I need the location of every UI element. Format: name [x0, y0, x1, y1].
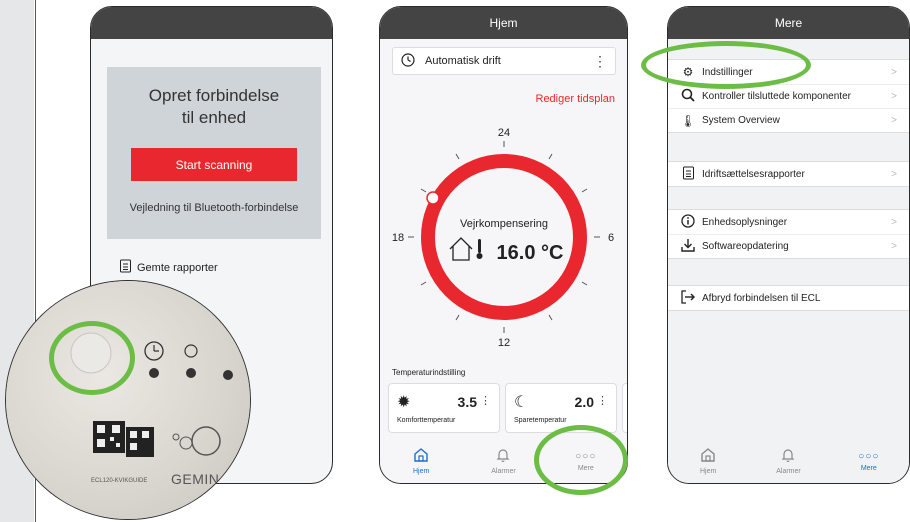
info-icon: [680, 213, 696, 231]
tick-label-top: 24: [498, 127, 510, 139]
tab-more[interactable]: ○○○ Mere: [839, 451, 899, 472]
connect-panel: Opret forbindelse til enhed Start scanni…: [107, 67, 321, 239]
tab-alarms-label: Alarmer: [776, 468, 801, 475]
current-temperature: 16.0 °C: [497, 242, 564, 264]
saving-temperature-value: 2.0: [574, 394, 594, 410]
tab-more-label: Mere: [860, 464, 877, 472]
menu-item-software-update[interactable]: Softwareopdatering >: [668, 234, 909, 258]
menu-item-commissioning-reports[interactable]: Idriftsættelsesrapporter >: [668, 162, 909, 186]
thermometer-icon: 🌡: [680, 113, 696, 128]
logout-icon: [680, 289, 696, 307]
search-icon: [680, 88, 696, 105]
mode-selector[interactable]: Automatisk drift ⋮: [392, 47, 616, 75]
device-magnifier-image: er GEMINA ECL120-KVIKGUIDE: [5, 280, 251, 520]
menu-item-system-overview-label: System Overview: [702, 115, 780, 126]
gauge-ring: [421, 154, 587, 320]
phone3-tab-bar: Hjem Alarmer ○○○ Mere: [668, 439, 909, 483]
menu-item-software-update-label: Softwareopdatering: [702, 241, 789, 252]
comfort-temperature-value: 3.5: [457, 394, 477, 410]
menu-item-commissioning-reports-label: Idriftsættelsesrapporter: [702, 168, 805, 180]
highlight-ring-settings: [641, 41, 811, 89]
menu-item-device-info-label: Enhedsoplysninger: [702, 216, 788, 228]
tab-home[interactable]: Hjem: [678, 447, 738, 475]
connect-title-line2: til enhed: [181, 108, 247, 127]
tick-label-left: 18: [392, 232, 404, 244]
highlight-ring-more-tab: [534, 425, 628, 495]
edit-schedule-link[interactable]: Rediger tidsplan: [536, 93, 616, 105]
menu-item-disconnect[interactable]: Afbryd forbindelsen til ECL: [668, 286, 909, 310]
menu-item-system-overview[interactable]: 🌡 System Overview >: [668, 108, 909, 132]
more-vert-icon[interactable]: ⋮: [480, 394, 491, 407]
tab-home-label: Hjem: [412, 468, 430, 475]
home-icon: [413, 447, 429, 465]
download-icon: [680, 238, 696, 255]
saving-temperature-card[interactable]: ☾ 2.0 ⋮ Sparetemperatur: [505, 383, 617, 433]
phone1-header: [91, 7, 332, 39]
mode-label: Automatisk drift: [425, 55, 501, 67]
tab-alarms-label: Alarmer: [491, 468, 516, 475]
tab-alarms[interactable]: Alarmer: [473, 447, 533, 475]
saved-reports-item[interactable]: Gemte rapporter: [119, 259, 218, 276]
home-icon: [700, 447, 716, 465]
more-vert-icon[interactable]: ⋮: [597, 394, 608, 407]
chevron-right-icon: >: [891, 168, 897, 180]
chevron-right-icon: >: [891, 66, 897, 78]
clock-icon: [401, 52, 415, 70]
sun-icon: ✹: [397, 394, 411, 411]
tab-alarms[interactable]: Alarmer: [758, 447, 818, 475]
menu-item-check-components-label: Kontroller tilsluttede komponenter: [702, 91, 851, 102]
more-vert-icon[interactable]: ⋮: [593, 53, 607, 70]
highlight-ring-device-button: [49, 321, 135, 395]
reports-group: Idriftsættelsesrapporter >: [668, 161, 909, 187]
phone3-header: Mere: [668, 7, 909, 39]
bell-icon: [780, 447, 796, 465]
more-horiz-icon: ○○○: [858, 450, 880, 462]
thermometer-icon: [476, 239, 483, 259]
next-temperature-card[interactable]: [622, 383, 627, 433]
moon-icon: ☾: [514, 394, 529, 411]
phone2-header: Hjem: [380, 7, 627, 39]
device-model-label: ECL120-KVIKGUIDE: [91, 478, 148, 484]
gauge-handle: [426, 191, 440, 205]
tab-home-label: Hjem: [699, 468, 717, 475]
device-brand-label: GEMINA: [171, 471, 230, 487]
chevron-right-icon: >: [891, 115, 897, 126]
tick-label-bottom: 12: [498, 337, 510, 349]
document-icon: [119, 259, 132, 276]
tick-label-right: 6: [608, 232, 614, 244]
device-group: Enhedsoplysninger > Softwareopdatering >: [668, 209, 909, 259]
document-icon: [680, 166, 696, 183]
menu-item-disconnect-label: Afbryd forbindelsen til ECL: [702, 292, 821, 304]
comfort-temperature-name: Komforttemperatur: [397, 417, 456, 424]
chevron-right-icon: >: [891, 91, 897, 102]
chevron-right-icon: >: [891, 216, 897, 228]
saving-temperature-name: Sparetemperatur: [514, 417, 567, 424]
start-scanning-button[interactable]: Start scanning: [131, 148, 297, 181]
bluetooth-guide-link[interactable]: Vejledning til Bluetooth-forbindelse: [107, 202, 321, 214]
temperature-settings-label: Temperaturindstilling: [392, 368, 466, 377]
disconnect-group: Afbryd forbindelsen til ECL: [668, 285, 909, 311]
temperature-gauge[interactable]: 24 6 12 18 Vejrkompensering 16.0 °C: [380, 113, 627, 353]
house-icon: [449, 237, 473, 261]
tab-home[interactable]: Hjem: [391, 447, 451, 475]
menu-item-device-info[interactable]: Enhedsoplysninger >: [668, 210, 909, 234]
gauge-mode-label: Vejrkompensering: [460, 218, 548, 230]
saved-reports-label: Gemte rapporter: [137, 261, 218, 274]
connect-title-line1: Opret forbindelse: [148, 86, 280, 105]
bell-icon: [495, 447, 511, 465]
phone-home-screen: Hjem Automatisk drift ⋮ Rediger tidsplan: [379, 6, 628, 484]
chevron-right-icon: >: [891, 241, 897, 252]
connect-title: Opret forbindelse til enhed: [107, 85, 321, 129]
comfort-temperature-card[interactable]: ✹ 3.5 ⋮ Komforttemperatur: [388, 383, 500, 433]
